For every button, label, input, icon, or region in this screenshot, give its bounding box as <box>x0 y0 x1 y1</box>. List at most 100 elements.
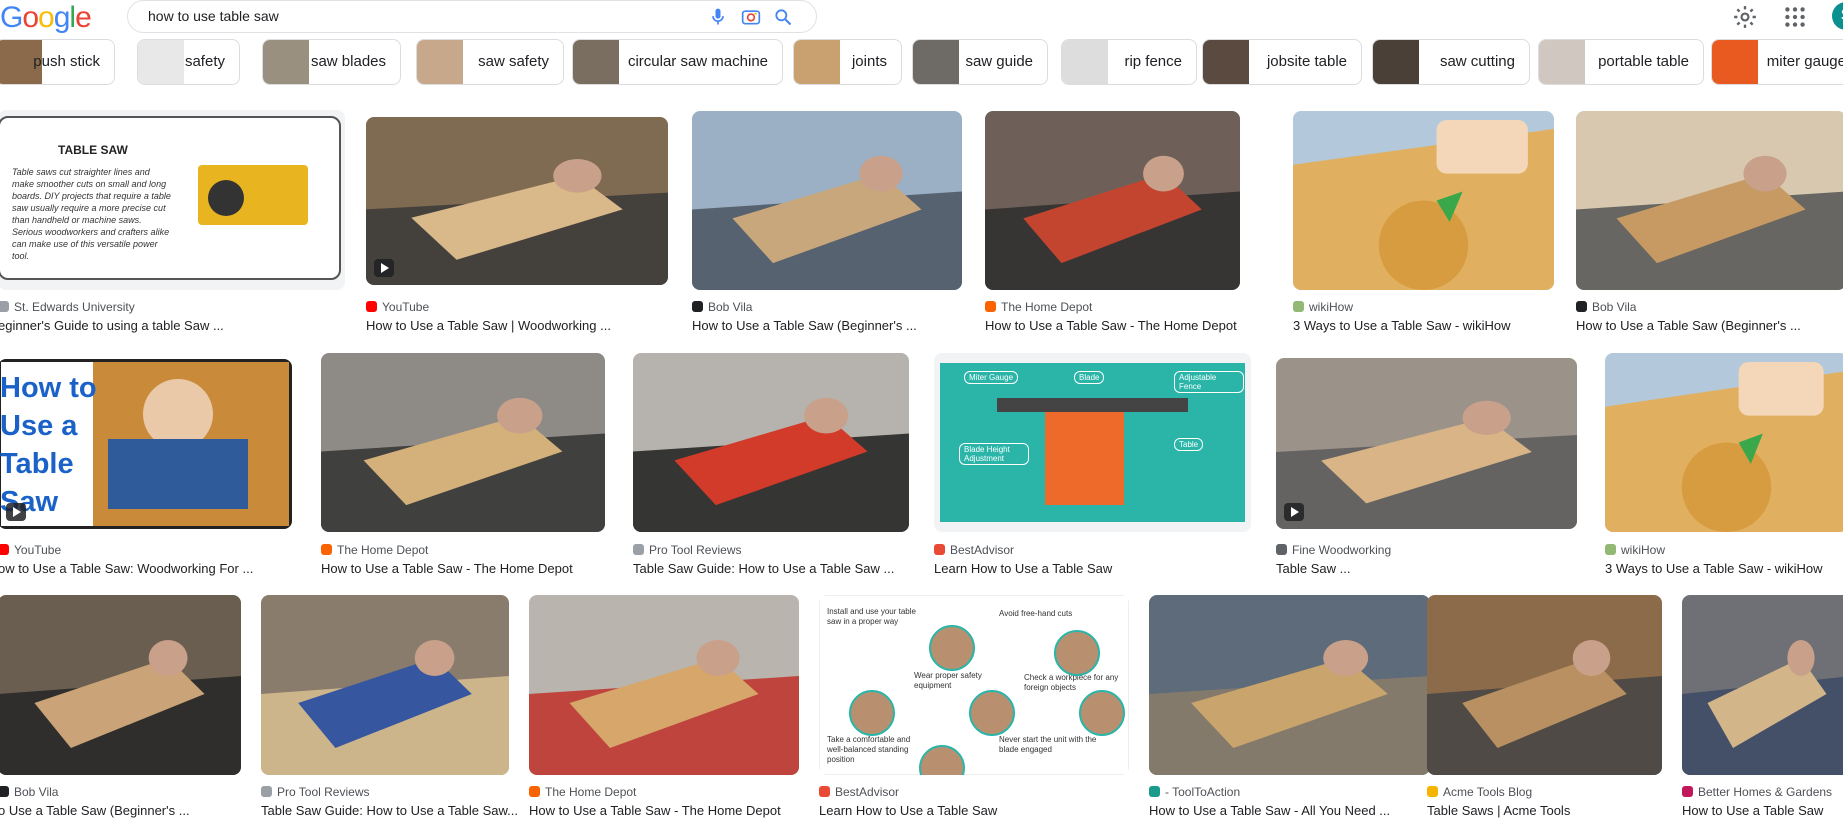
result-title[interactable]: 3 Ways to Use a Table Saw - wikiHow <box>1293 318 1510 333</box>
result-thumbnail[interactable] <box>1605 353 1843 532</box>
result-source[interactable]: Acme Tools Blog <box>1427 785 1532 799</box>
result-source[interactable]: YouTube <box>0 543 61 557</box>
result-title[interactable]: eginner's Guide to using a table Saw ... <box>0 318 224 333</box>
result-title[interactable]: ow to Use a Table Saw: Woodworking For .… <box>0 561 253 576</box>
result-source[interactable]: YouTube <box>366 300 429 314</box>
result-source[interactable]: Pro Tool Reviews <box>633 543 741 557</box>
result-thumbnail[interactable]: Install and use your table saw in a prop… <box>819 595 1129 775</box>
result-thumbnail[interactable] <box>985 111 1240 290</box>
result-title[interactable]: Table Saws | Acme Tools <box>1427 803 1570 818</box>
result-thumbnail[interactable] <box>321 353 605 532</box>
chip-saw-cutting[interactable]: saw cutting <box>1372 39 1530 85</box>
search-icon[interactable] <box>773 7 793 27</box>
result-thumbnail[interactable]: TABLE SAW Table saws cut straighter line… <box>0 110 345 290</box>
chip-saw-guide[interactable]: saw guide <box>912 39 1048 85</box>
image-result-card[interactable]: wikiHow 3 Ways to Use a Table Saw - wikiH… <box>1605 353 1843 579</box>
result-thumbnail[interactable]: How to Use a Table Saw <box>0 359 292 529</box>
result-source[interactable]: The Home Depot <box>321 543 428 557</box>
result-title[interactable]: How to Use a Table Saw - The Home Depot <box>321 561 573 576</box>
result-thumbnail[interactable] <box>529 595 799 775</box>
image-result-card[interactable]: Pro Tool Reviews Table Saw Guide: How to … <box>261 595 518 821</box>
result-source[interactable]: Bob Vila <box>692 300 752 314</box>
account-avatar[interactable]: S <box>1832 2 1843 30</box>
google-logo[interactable]: Google <box>0 1 92 35</box>
image-result-card[interactable]: The Home Depot How to Use a Table Saw - T… <box>321 353 605 579</box>
result-thumbnail[interactable] <box>633 353 909 532</box>
image-result-card[interactable]: TABLE SAW Table saws cut straighter line… <box>0 110 345 336</box>
result-thumbnail[interactable]: Miter Gauge Blade Adjustable Fence Blade He… <box>934 353 1251 532</box>
image-result-card[interactable]: Better Homes & Gardens How to Use a Table… <box>1682 595 1843 821</box>
image-result-card[interactable]: Bob Vila How to Use a Table Saw (Beginner… <box>1576 111 1843 336</box>
result-title[interactable]: How to Use a Table Saw (Beginner's ... <box>692 318 917 333</box>
image-result-card[interactable]: Bob Vila o Use a Table Saw (Beginner's ..… <box>0 595 241 821</box>
result-source[interactable]: Bob Vila <box>1576 300 1636 314</box>
chip-miter-gauge[interactable]: miter gauge <box>1711 39 1843 85</box>
image-result-card[interactable]: Install and use your table saw in a prop… <box>819 595 1129 821</box>
result-title[interactable]: How to Use a Table Saw - All You Need ..… <box>1149 803 1390 818</box>
result-source[interactable]: BestAdvisor <box>934 543 1014 557</box>
result-source[interactable]: wikiHow <box>1605 543 1665 557</box>
camera-search-icon[interactable] <box>741 7 761 27</box>
result-title[interactable]: Table Saw ... <box>1276 561 1350 576</box>
chip-saw-safety[interactable]: saw safety <box>416 39 564 85</box>
result-source[interactable]: Pro Tool Reviews <box>261 785 369 799</box>
result-thumbnail[interactable] <box>0 595 241 775</box>
result-source[interactable]: Better Homes & Gardens <box>1682 785 1832 799</box>
result-title[interactable]: How to Use a Table Saw - The Home Depot <box>529 803 781 818</box>
result-title[interactable]: Learn How to Use a Table Saw <box>934 561 1112 576</box>
gear-icon[interactable] <box>1732 4 1758 30</box>
result-thumbnail[interactable] <box>366 117 668 285</box>
chip-push-stick[interactable]: push stick <box>0 39 115 85</box>
image-result-card[interactable]: YouTube How to Use a Table Saw | Woodwork… <box>366 117 668 336</box>
result-thumbnail[interactable] <box>1427 595 1662 775</box>
search-box[interactable] <box>127 0 817 33</box>
result-title[interactable]: Learn How to Use a Table Saw <box>819 803 997 818</box>
result-title[interactable]: o Use a Table Saw (Beginner's ... <box>0 803 190 818</box>
chip-circular-saw-machine[interactable]: circular saw machine <box>572 39 783 85</box>
search-input[interactable] <box>148 1 688 32</box>
image-result-card[interactable]: wikiHow 3 Ways to Use a Table Saw - wikiH… <box>1293 111 1554 336</box>
result-thumbnail[interactable] <box>692 111 962 290</box>
image-result-card[interactable]: Fine Woodworking Table Saw ... <box>1276 358 1577 579</box>
result-thumbnail[interactable] <box>1576 111 1843 290</box>
mic-icon[interactable] <box>708 7 728 27</box>
result-source[interactable]: St. Edwards University <box>0 300 135 314</box>
result-source[interactable]: The Home Depot <box>529 785 636 799</box>
result-title[interactable]: How to Use a Table Saw <box>1682 803 1823 818</box>
result-title[interactable]: How to Use a Table Saw - The Home Depot <box>985 318 1237 333</box>
result-title[interactable]: Table Saw Guide: How to Use a Table Saw.… <box>261 803 518 818</box>
result-title[interactable]: How to Use a Table Saw (Beginner's ... <box>1576 318 1801 333</box>
diagram-tip: Wear proper safety equipment <box>914 671 982 690</box>
image-result-card[interactable]: The Home Depot How to Use a Table Saw - T… <box>985 111 1240 336</box>
result-source[interactable]: BestAdvisor <box>819 785 899 799</box>
result-thumbnail[interactable] <box>1293 111 1554 290</box>
result-title[interactable]: Table Saw Guide: How to Use a Table Saw … <box>633 561 894 576</box>
diagram-tip: Check a workpiece for any foreign object… <box>1024 673 1119 692</box>
result-title[interactable]: 3 Ways to Use a Table Saw - wikiHow <box>1605 561 1822 576</box>
result-thumbnail[interactable] <box>261 595 509 775</box>
image-result-card[interactable]: The Home Depot How to Use a Table Saw - T… <box>529 595 799 821</box>
image-result-card[interactable]: How to Use a Table Saw YouTube ow to Use a Ta… <box>0 359 292 579</box>
result-thumbnail[interactable] <box>1149 595 1430 775</box>
chip-safety[interactable]: safety <box>137 39 240 85</box>
chip-joints[interactable]: joints <box>793 39 902 85</box>
chip-jobsite-table[interactable]: jobsite table <box>1202 39 1362 85</box>
result-source[interactable]: Bob Vila <box>0 785 58 799</box>
result-title[interactable]: How to Use a Table Saw | Woodworking ... <box>366 318 611 333</box>
image-result-card[interactable]: Bob Vila How to Use a Table Saw (Beginner… <box>692 111 962 336</box>
image-result-card[interactable]: Pro Tool Reviews Table Saw Guide: How to … <box>633 353 909 579</box>
result-thumbnail[interactable] <box>1276 358 1577 529</box>
chip-rip-fence[interactable]: rip fence <box>1061 39 1197 85</box>
apps-grid-icon[interactable] <box>1782 4 1808 30</box>
result-thumbnail[interactable] <box>1682 595 1843 775</box>
image-result-card[interactable]: Miter Gauge Blade Adjustable Fence Blade He… <box>934 353 1251 579</box>
image-result-card[interactable]: - ToolToAction How to Use a Table Saw - A… <box>1149 595 1430 821</box>
thumbnail-overlay-text: Use a <box>0 410 78 442</box>
result-source[interactable]: The Home Depot <box>985 300 1092 314</box>
result-source[interactable]: - ToolToAction <box>1149 785 1240 799</box>
image-result-card[interactable]: Acme Tools Blog Table Saws | Acme Tools <box>1427 595 1662 821</box>
result-source[interactable]: Fine Woodworking <box>1276 543 1391 557</box>
result-source[interactable]: wikiHow <box>1293 300 1353 314</box>
chip-portable-table[interactable]: portable table <box>1538 39 1704 85</box>
chip-saw-blades[interactable]: saw blades <box>262 39 401 85</box>
